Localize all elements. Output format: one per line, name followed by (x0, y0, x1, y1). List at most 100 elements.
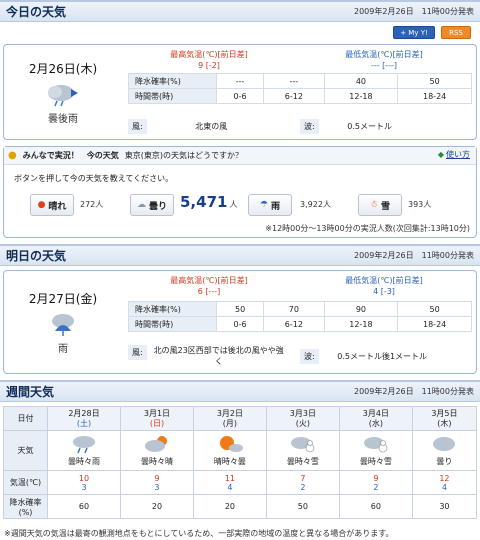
week-dow: (火) (295, 418, 311, 428)
week-weather-label: 曇時々雪 (286, 457, 319, 466)
usage-label[interactable]: 使い方 (446, 149, 470, 160)
week-temp: 11 4 (192, 470, 267, 495)
rain-row: 降水確率(%) --- --- 40 50 (128, 73, 472, 89)
cloudy-count: 5,471 人 (180, 193, 237, 211)
week-max: 9 (373, 473, 379, 483)
tomorrow-title: 明日の天気 (6, 249, 67, 263)
wave-label: 波: (300, 119, 319, 134)
week-min: 4 (441, 482, 447, 492)
min-label: 最低気温(℃)[前日差] (345, 50, 423, 59)
week-weather: 曇時々雪 (265, 430, 340, 471)
week-rain: 30 (411, 494, 478, 519)
sunny-count: 272人 (80, 200, 104, 209)
rain-button[interactable]: ☂ 雨 (248, 194, 292, 216)
rss-badge[interactable]: RSS (441, 26, 471, 39)
tomorrow-panel: 2月27日(金) 雨 最高気温(℃)[前日差] 6 [---] 最低気温(℃)[… (3, 270, 477, 374)
cloudy-count-number: 5,471 (180, 193, 228, 211)
snow-button[interactable]: ☃ 雪 (358, 194, 402, 216)
time-row: 時間帯(時) 0-6 6-12 12-18 18-24 (128, 316, 472, 332)
week-max: 12 (439, 473, 450, 483)
speech-icon: ● (8, 150, 17, 161)
wave-value: 0.5メートル後1メートル (337, 352, 428, 361)
week-weather-label: 曇時々晴 (140, 457, 173, 466)
cloud-snow-icon (363, 437, 388, 453)
weather-row-label: 天気 (3, 430, 48, 471)
tomorrow-date: 2月27日(金) (28, 291, 98, 306)
temp-row-label: 気温(℃) (3, 470, 48, 495)
weekly-weather-row: 天気 曇時々雨 曇時々晴 晴時々曇 曇時々雪 曇時々雪 曇り (3, 430, 478, 471)
wind-value: 北東の風 (195, 122, 228, 131)
today-rain-table: 降水確率(%) --- --- 40 50 時間帯(時) 0-6 6-12 12… (128, 73, 472, 104)
week-rain: 50 (265, 494, 340, 519)
week-rain: 60 (47, 494, 121, 519)
weekly-footnote: ※週間天気の気温は最寄の観測地点をもとにしているため、一部実際の地域の温度と異な… (4, 529, 394, 538)
week-rain: 60 (338, 494, 413, 519)
max-label: 最高気温(℃)[前日差] (170, 276, 248, 285)
time-label: 時間帯(時) (128, 88, 217, 104)
tomorrow-wave: 波: 0.5メートル後1メートル (300, 349, 427, 364)
poll-header: ● みんなで実況！ 今の天気 東京(東京)の天気はどうですか？ (4, 147, 476, 165)
week-rain: 20 (119, 494, 194, 519)
min-value: --- [---] (370, 61, 398, 70)
today-issued: 2009年2月26日 11時00分発表 (354, 7, 474, 16)
today-date: 2月26日(木) (28, 61, 98, 76)
rain-row: 降水確率(%) 50 70 90 50 (128, 301, 472, 317)
my-yahoo-badge[interactable]: + My Y! (393, 26, 435, 39)
week-day-2: 3月2日 (月) (192, 406, 267, 431)
week-day-5: 3月5日 (木) (411, 406, 478, 431)
rain-cell: 90 (323, 301, 399, 317)
time-cell: 12-18 (323, 316, 399, 332)
tomorrow-issued: 2009年2月26日 11時00分発表 (354, 251, 474, 260)
time-cell: 0-6 (215, 88, 265, 104)
week-day-3: 3月3日 (火) (265, 406, 340, 431)
today-panel: 2月26日(木) 曇後雨 最高気温(℃)[前日差] 9 [-2] 最低気温(℃)… (3, 44, 477, 140)
rain-row-label: 降水確率(%) (3, 494, 48, 519)
snow-count: 393人 (408, 200, 432, 209)
time-cell: 12-18 (323, 88, 399, 104)
today-header: 今日の天気 2009年2月26日 11時00分発表 (0, 0, 480, 22)
beginner-icon: ◆ (437, 150, 444, 159)
week-day-0: 2月28日 (土) (47, 406, 121, 431)
cloud-rain-icon (72, 436, 95, 454)
today-title: 今日の天気 (6, 5, 67, 19)
max-label: 最高気温(℃)[前日差] (170, 50, 248, 59)
sun-cloud-icon (219, 436, 243, 452)
tomorrow-max: 最高気温(℃)[前日差] 6 [---] (154, 275, 264, 297)
week-temp: 10 3 (47, 470, 121, 495)
tomorrow-min: 最低気温(℃)[前日差] 4 [-3] (329, 275, 439, 297)
rain-cell: 50 (397, 301, 472, 317)
rain-cell: --- (263, 73, 325, 89)
week-min: 4 (227, 482, 233, 492)
week-rain: 20 (192, 494, 267, 519)
tomorrow-day: 2月27日(金) 雨 (4, 271, 122, 373)
rain-label: 降水確率(%) (128, 301, 217, 317)
week-temp: 93 (119, 470, 194, 495)
week-day-1: 3月1日 (日) (119, 406, 194, 431)
weekly-title: 週間天気 (6, 385, 55, 399)
week-temp: 92 (338, 470, 413, 495)
cloud-sun-icon (144, 436, 167, 452)
sun-icon: ● (37, 200, 46, 210)
time-cell: 18-24 (397, 316, 472, 332)
today-wind: 風: 北東の風 (128, 119, 227, 134)
weekly-issued: 2009年2月26日 11時00分発表 (354, 387, 474, 396)
week-weather: 曇時々晴 (119, 430, 194, 471)
rain-count: 3,922人 (300, 200, 331, 209)
week-date: 3月1日 (143, 408, 171, 418)
week-date: 3月2日 (216, 408, 244, 418)
cloudy-button[interactable]: ☁ 曇り (130, 194, 174, 216)
cloud-icon: ☁ (136, 200, 146, 210)
min-value: 4 [-3] (373, 287, 395, 296)
sunny-button[interactable]: ● 晴れ (30, 194, 74, 216)
time-label: 時間帯(時) (128, 316, 217, 332)
umbrella-icon: ☂ (259, 200, 269, 210)
week-weather: 晴時々曇 (192, 430, 267, 471)
cloudy-label: 曇り (148, 201, 167, 212)
cloud-snow-icon (290, 437, 315, 453)
rain-cell: 70 (263, 301, 325, 317)
week-weather-label: 曇時々雨 (67, 457, 100, 466)
week-weather: 曇時々雨 (47, 430, 121, 471)
usage-link[interactable]: ◆ 使い方 (438, 149, 470, 160)
time-cell: 18-24 (397, 88, 472, 104)
date-row-label: 日付 (3, 406, 48, 431)
